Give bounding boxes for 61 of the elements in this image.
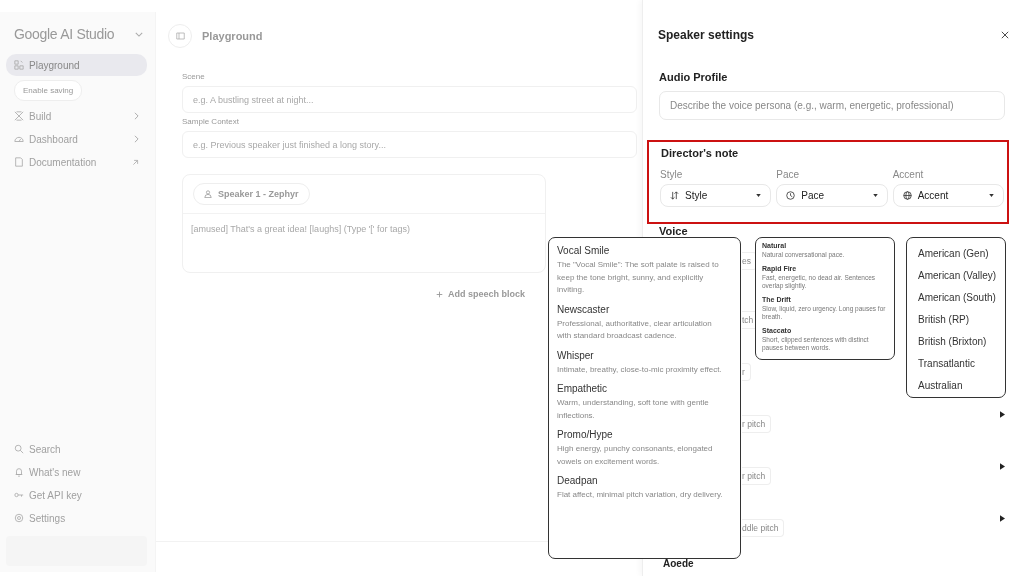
menu-item[interactable]: Promo/Hype High energy, punchy consonants, elongated vowels on excitement words. <box>557 429 726 468</box>
menu-item[interactable]: Transatlantic <box>918 353 994 375</box>
dropdown-button[interactable]: Accent <box>892 184 1004 207</box>
document-icon <box>14 157 24 167</box>
voice-name: Aoede <box>663 558 695 569</box>
menu-item[interactable]: American (Valley) <box>918 265 994 287</box>
clock-icon <box>786 191 796 200</box>
dropdown-button[interactable]: Pace <box>776 184 888 207</box>
voice-tag: r pitch <box>742 467 772 485</box>
tools-icon <box>14 111 24 121</box>
caret-icon <box>989 194 994 197</box>
text-field[interactable]: e.g. Previous speaker just finished a long story... <box>182 131 637 158</box>
menu-item[interactable]: Deadpan Flat affect, minimal pitch variation, dry delivery. <box>557 475 726 502</box>
text-field[interactable]: e.g. A bustling street at night... <box>182 86 637 113</box>
close-button[interactable] <box>999 29 1011 41</box>
section-heading: Director's note <box>661 147 739 159</box>
settings-icon <box>14 513 24 523</box>
speech-text-area[interactable]: [amused] That's a great idea! [laughs] (Type '[' for tags) <box>183 214 533 272</box>
menu-item[interactable]: American (Gen) <box>918 243 994 265</box>
person-icon <box>204 190 212 198</box>
menu-item[interactable]: Empathetic Warm, understanding, soft tone with gentle inflections. <box>557 383 726 422</box>
menu-item[interactable]: American (South) <box>918 287 994 309</box>
section-heading: Audio Profile <box>659 71 728 83</box>
caret-icon <box>756 194 762 197</box>
menu-item[interactable]: Whisper Intimate, breathy, close-to-mic proximity effect. <box>557 349 726 376</box>
section-heading: Voice <box>659 225 688 238</box>
sort-icon <box>670 191 679 200</box>
external-link-icon <box>132 158 139 166</box>
chevron-right-icon <box>134 135 139 143</box>
menu-item[interactable]: Newscaster Professional, authoritative, clear articulation with standard broadcast cadence. <box>557 303 726 343</box>
page-title: Playground <box>202 30 263 42</box>
select-label: Pace <box>776 169 801 180</box>
field-label: Scene <box>182 72 206 81</box>
bell-icon <box>14 467 24 477</box>
chevron-right-icon <box>134 112 139 120</box>
menu-item[interactable]: Australian <box>918 375 994 397</box>
search-icon <box>14 444 24 454</box>
menu-item[interactable]: British (RP) <box>918 309 994 331</box>
panel-title: Speaker settings <box>658 28 755 42</box>
voice-tag: r <box>742 363 751 381</box>
menu-item[interactable]: Vocal Smile The "Vocal Smile": The soft palate is raised to keep the tone bright, sunny, and explicitly inviting. <box>557 245 726 297</box>
globe-icon <box>902 191 912 200</box>
play-icon[interactable] <box>1000 411 1005 418</box>
grid-icon <box>14 60 24 70</box>
sidebar-toggle-button[interactable] <box>168 24 192 48</box>
caret-icon <box>872 194 878 197</box>
play-icon[interactable] <box>1000 515 1005 522</box>
gauge-icon <box>14 134 24 144</box>
app-title: Google AI Studio <box>14 26 115 42</box>
voice-tag: ddle pitch <box>742 519 785 537</box>
dropdown-button[interactable]: Style <box>660 184 772 207</box>
select-label: Style <box>660 169 684 180</box>
key-icon <box>14 490 24 500</box>
audio-profile-field[interactable]: Describe the voice persona (e.g., warm, energetic, professional) <box>659 91 1005 120</box>
voice-tag: r pitch <box>742 415 772 433</box>
menu-item[interactable]: British (Brixton) <box>918 331 994 353</box>
field-label: Sample Context <box>182 117 240 126</box>
select-label: Accent <box>892 169 925 180</box>
plus-icon <box>436 290 443 298</box>
play-icon[interactable] <box>1000 463 1005 470</box>
panel-icon <box>175 32 185 40</box>
